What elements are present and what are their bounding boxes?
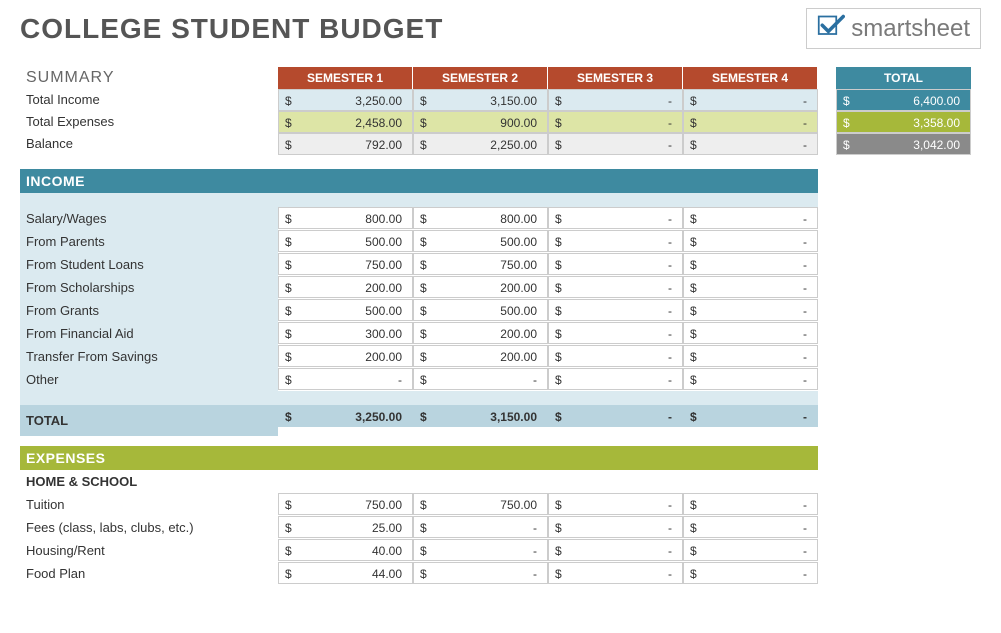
income-cell[interactable]: - [683,299,818,321]
expense-cell[interactable]: 750.00 [278,493,413,515]
income-row-label: Salary/Wages [20,207,278,230]
cell-income-s4[interactable]: - [683,89,818,111]
income-cell[interactable]: - [548,253,683,275]
cell-exp-s1[interactable]: 2,458.00 [278,111,413,133]
income-row-label: Other [20,368,278,391]
cell-bal-s4[interactable]: - [683,133,818,155]
income-cell[interactable]: 500.00 [413,299,548,321]
col-header-total: TOTAL [836,67,971,89]
income-row-label: From Financial Aid [20,322,278,345]
expense-cell[interactable]: 25.00 [278,516,413,538]
income-cell[interactable]: 200.00 [278,345,413,367]
expense-cell[interactable]: - [683,562,818,584]
income-total-s4: - [683,405,818,427]
cell-bal-s1[interactable]: 792.00 [278,133,413,155]
expense-cell[interactable]: 750.00 [413,493,548,515]
income-cell[interactable]: - [683,322,818,344]
income-cell[interactable]: - [683,368,818,390]
income-cell[interactable]: 200.00 [413,345,548,367]
expense-row-label: Food Plan [20,562,278,585]
cell-exp-s2[interactable]: 900.00 [413,111,548,133]
expense-cell[interactable]: - [413,562,548,584]
expense-group-heading: HOME & SCHOOL [20,470,818,493]
income-cell[interactable]: 200.00 [413,322,548,344]
cell-bal-s2[interactable]: 2,250.00 [413,133,548,155]
income-cell[interactable]: - [548,299,683,321]
income-cell[interactable]: - [683,230,818,252]
income-cell[interactable]: - [548,230,683,252]
expense-row-label: Fees (class, labs, clubs, etc.) [20,516,278,539]
income-cell[interactable]: 750.00 [278,253,413,275]
brand-logo: smartsheet [806,8,981,49]
income-row-label: From Grants [20,299,278,322]
income-cell[interactable]: - [548,276,683,298]
income-cell[interactable]: - [278,368,413,390]
cell-income-s1[interactable]: 3,250.00 [278,89,413,111]
income-cell[interactable]: - [683,207,818,229]
income-cell[interactable]: 500.00 [413,230,548,252]
income-cell[interactable]: 800.00 [413,207,548,229]
income-cell[interactable]: - [548,322,683,344]
col-header-sem4: SEMESTER 4 [683,67,818,89]
cell-bal-s3[interactable]: - [548,133,683,155]
page-title: COLLEGE STUDENT BUDGET [20,13,443,45]
income-cell[interactable]: - [413,368,548,390]
income-cell[interactable]: 300.00 [278,322,413,344]
cell-income-s3[interactable]: - [548,89,683,111]
income-row-label: Transfer From Savings [20,345,278,368]
cell-exp-total: 3,358.00 [836,111,971,133]
summary-heading: SUMMARY [20,67,278,89]
cell-bal-total: 3,042.00 [836,133,971,155]
expense-cell[interactable]: - [548,493,683,515]
income-cell[interactable]: 500.00 [278,299,413,321]
income-cell[interactable]: 800.00 [278,207,413,229]
income-cell[interactable]: 200.00 [278,276,413,298]
cell-exp-s4[interactable]: - [683,111,818,133]
expense-cell[interactable]: - [548,562,683,584]
income-cell[interactable]: 500.00 [278,230,413,252]
col-header-sem3: SEMESTER 3 [548,67,683,89]
cell-income-total: 6,400.00 [836,89,971,111]
income-cell[interactable]: - [548,345,683,367]
expense-cell[interactable]: - [548,516,683,538]
income-cell[interactable]: - [548,368,683,390]
row-label-total-expenses: Total Expenses [20,111,278,133]
expense-row-label: Tuition [20,493,278,516]
income-row-label: From Student Loans [20,253,278,276]
col-header-sem2: SEMESTER 2 [413,67,548,89]
expense-row-label: Housing/Rent [20,539,278,562]
col-header-sem1: SEMESTER 1 [278,67,413,89]
income-cell[interactable]: - [683,276,818,298]
income-total-s3: - [548,405,683,427]
expenses-heading: EXPENSES [20,446,818,470]
income-cell[interactable]: 200.00 [413,276,548,298]
expense-cell[interactable]: 44.00 [278,562,413,584]
check-icon [817,13,845,44]
expense-cell[interactable]: - [683,493,818,515]
income-row-label: From Parents [20,230,278,253]
income-cell[interactable]: - [548,207,683,229]
row-label-total-income: Total Income [20,89,278,111]
income-total-s1: 3,250.00 [278,405,413,427]
expense-cell[interactable]: - [548,539,683,561]
expense-cell[interactable]: 40.00 [278,539,413,561]
income-total-s2: 3,150.00 [413,405,548,427]
income-row-label: From Scholarships [20,276,278,299]
expense-cell[interactable]: - [413,539,548,561]
brand-name: smartsheet [851,15,970,43]
expense-cell[interactable]: - [683,516,818,538]
cell-income-s2[interactable]: 3,150.00 [413,89,548,111]
row-label-balance: Balance [20,133,278,155]
cell-exp-s3[interactable]: - [548,111,683,133]
income-heading: INCOME [20,169,818,193]
income-cell[interactable]: - [683,345,818,367]
income-total-label: TOTAL [20,405,278,436]
income-cell[interactable]: 750.00 [413,253,548,275]
expense-cell[interactable]: - [413,516,548,538]
income-cell[interactable]: - [683,253,818,275]
expense-cell[interactable]: - [683,539,818,561]
